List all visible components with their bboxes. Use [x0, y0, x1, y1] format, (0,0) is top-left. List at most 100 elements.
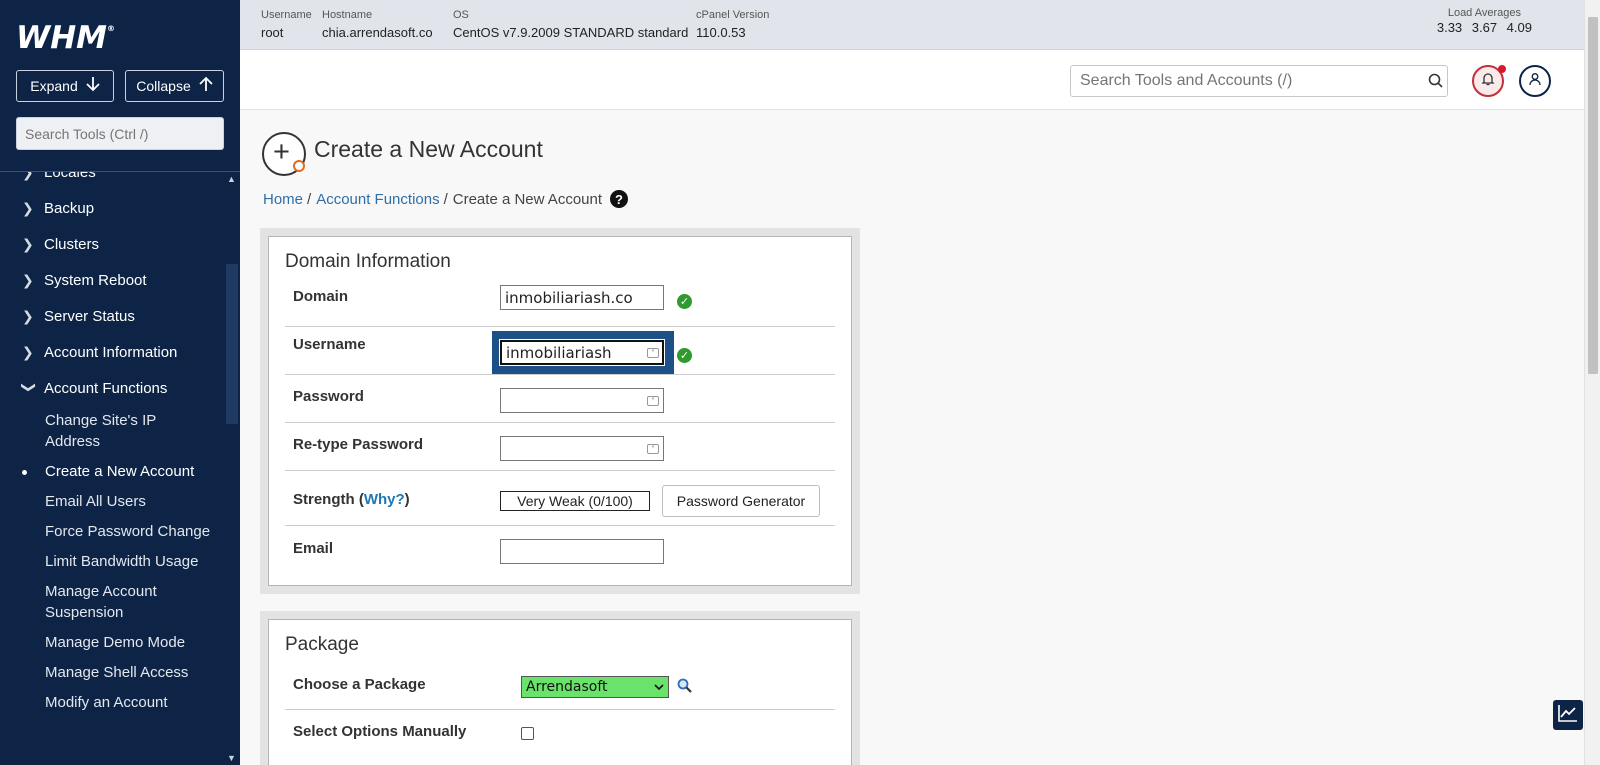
sidebar-subitem-limit-bandwidth[interactable]: Limit Bandwidth Usage: [0, 547, 224, 577]
key-icon[interactable]: *: [647, 348, 659, 358]
sidebar-subitem-manage-suspension[interactable]: Manage Account Suspension: [0, 577, 224, 628]
info-label: cPanel Version: [696, 9, 770, 21]
email-row: Email: [285, 526, 835, 578]
user-icon: [1528, 72, 1542, 91]
username-row: Username * ✓: [285, 327, 835, 375]
package-search-icon[interactable]: [677, 678, 692, 696]
password-row: Password *: [285, 375, 835, 423]
help-icon[interactable]: ?: [610, 190, 629, 208]
sidebar-item-label: Clusters: [44, 235, 100, 253]
chevron-down-icon: ❯: [21, 381, 38, 393]
package-select[interactable]: Arrendasoft: [521, 676, 669, 698]
sidebar-search-input[interactable]: [16, 117, 224, 150]
notification-badge: [1498, 65, 1506, 73]
page-scroll-thumb[interactable]: [1588, 17, 1598, 374]
chevron-right-icon: ❯: [22, 235, 34, 252]
domain-information-panel: Domain Information Domain ✓ Username * ✓…: [268, 236, 852, 586]
strength-label-close: ): [404, 491, 410, 508]
collapse-button[interactable]: Collapse: [125, 70, 224, 102]
choose-package-row: Choose a Package Arrendasoft: [285, 662, 835, 710]
sidebar-scroll-thumb[interactable]: [226, 264, 238, 424]
info-value: 3.33 3.67 4.09: [1436, 20, 1532, 35]
search-icon[interactable]: [1428, 73, 1443, 88]
domain-input[interactable]: [500, 285, 664, 310]
select-options-manually-row: Select Options Manually: [285, 710, 835, 758]
sidebar-item-server-status[interactable]: ❯ Server Status: [0, 298, 224, 334]
scroll-down-icon[interactable]: ▼: [227, 753, 236, 763]
info-cpanel-version: cPanel Version 110.0.53: [696, 9, 769, 40]
sidebar-subitem-email-all-users[interactable]: Email All Users: [0, 487, 224, 517]
sidebar-item-account-information[interactable]: ❯ Account Information: [0, 334, 224, 370]
sidebar-item-clusters[interactable]: ❯ Clusters: [0, 226, 224, 262]
strength-label: Strength (Why?): [293, 491, 410, 508]
key-icon[interactable]: *: [647, 396, 659, 406]
sidebar-item-label: Backup: [44, 199, 95, 217]
chevron-right-icon: ❯: [22, 343, 34, 360]
page-scrollbar[interactable]: [1584, 0, 1600, 765]
sidebar-subitem-create-new-account[interactable]: Create a New Account: [0, 457, 224, 487]
strength-row: Strength (Why?) Very Weak (0/100) Passwo…: [285, 471, 835, 526]
choose-package-label: Choose a Package: [293, 676, 426, 693]
sidebar-item-label: Locales: [44, 172, 96, 181]
sidebar: WHM® Expand Collapse ❯Locales ❯Backup ❯C…: [0, 0, 240, 765]
whm-logo[interactable]: WHM®: [16, 20, 115, 56]
sidebar-item-system-reboot[interactable]: ❯ System Reboot: [0, 262, 224, 298]
key-icon[interactable]: *: [647, 444, 659, 454]
logo-text: WHM: [16, 20, 107, 56]
password-generator-button[interactable]: Password Generator: [662, 485, 820, 517]
chevron-right-icon: ❯: [22, 199, 34, 216]
retype-password-input[interactable]: [500, 436, 664, 461]
breadcrumb-home[interactable]: Home: [263, 191, 303, 208]
package-panel: Package Choose a Package Arrendasoft Sel…: [268, 619, 852, 765]
sidebar-item-locales[interactable]: ❯Locales: [0, 172, 224, 190]
retype-password-row: Re-type Password *: [285, 423, 835, 471]
info-username: Username root: [261, 9, 312, 40]
chevron-right-icon: ❯: [22, 271, 34, 288]
server-info-bar: Username root Hostname chia.arrendasoft.…: [240, 0, 1584, 50]
sidebar-nav: ❯Locales ❯Backup ❯Clusters ❯System Reboo…: [0, 172, 224, 765]
info-hostname: Hostname chia.arrendasoft.co: [322, 9, 433, 40]
sidebar-subitem-force-password-change[interactable]: Force Password Change: [0, 517, 224, 547]
chevron-right-icon: ❯: [22, 172, 44, 181]
select-options-manually-checkbox[interactable]: [521, 727, 534, 740]
expand-label: Expand: [30, 78, 78, 94]
breadcrumb-account-functions[interactable]: Account Functions: [316, 191, 439, 208]
arrow-up-icon: [199, 76, 213, 97]
section-heading: Domain Information: [285, 251, 451, 272]
expand-button[interactable]: Expand: [16, 70, 114, 102]
page-title: Create a New Account: [314, 136, 543, 162]
info-os: OS CentOS v7.9.2009 STANDARD standard: [453, 9, 688, 40]
sidebar-subitem-change-site-ip[interactable]: Change Site's IP Address: [0, 406, 224, 457]
strength-label-text: Strength (: [293, 491, 364, 508]
tools-accounts-search-input[interactable]: [1070, 65, 1448, 97]
sidebar-item-label: Account Functions: [44, 379, 168, 397]
valid-check-icon: ✓: [677, 294, 692, 309]
breadcrumb: Home / Account Functions / Create a New Ac…: [263, 190, 629, 208]
why-link[interactable]: Why?: [364, 491, 405, 508]
password-label: Password: [293, 388, 364, 405]
section-heading: Package: [285, 634, 359, 655]
sidebar-subitem-manage-shell-access[interactable]: Manage Shell Access: [0, 658, 224, 688]
sidebar-scrollbar[interactable]: ▲ ▼: [224, 172, 240, 765]
arrow-down-icon: [86, 76, 100, 97]
sidebar-subitem-modify-account[interactable]: Modify an Account: [0, 688, 224, 718]
chart-icon: [1558, 704, 1578, 727]
chevron-right-icon: ❯: [22, 307, 34, 324]
valid-check-icon: ✓: [677, 348, 692, 363]
domain-label: Domain: [293, 288, 349, 305]
sidebar-subitem-manage-demo-mode[interactable]: Manage Demo Mode: [0, 628, 224, 658]
scroll-up-icon[interactable]: ▲: [227, 174, 236, 184]
sidebar-item-label: Server Status: [44, 307, 135, 325]
email-input[interactable]: [500, 539, 664, 564]
sidebar-item-backup[interactable]: ❯ Backup: [0, 190, 224, 226]
stats-chart-button[interactable]: [1553, 700, 1583, 730]
info-value: CentOS v7.9.2009 STANDARD standard: [453, 25, 689, 40]
password-input[interactable]: [500, 388, 664, 413]
username-input[interactable]: [499, 339, 665, 366]
package-section: Package Choose a Package Arrendasoft Sel…: [260, 611, 860, 765]
sidebar-item-account-functions[interactable]: ❯ Account Functions: [0, 370, 224, 406]
info-label: Load Averages: [1447, 7, 1522, 19]
password-strength-meter: Very Weak (0/100): [500, 491, 650, 511]
sidebar-item-label: System Reboot: [44, 271, 147, 289]
user-menu-button[interactable]: [1519, 65, 1551, 97]
